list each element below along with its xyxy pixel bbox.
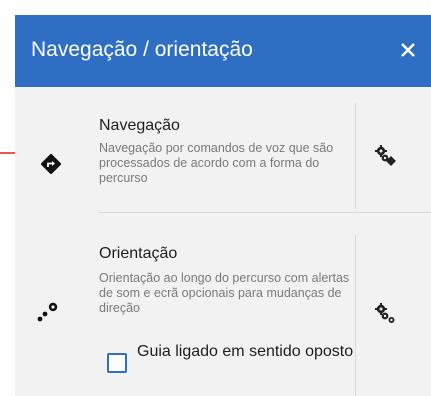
option-navegacao[interactable]: Navegação Navegação por comandos de voz …	[15, 103, 431, 213]
close-button[interactable]	[393, 35, 423, 65]
dialog-header: Navegação / orientação	[15, 15, 431, 87]
route-dots-icon	[35, 299, 61, 325]
option-title: Orientação	[99, 245, 178, 262]
opposite-direction-checkbox[interactable]	[107, 353, 127, 373]
horizontal-divider	[99, 212, 431, 213]
opposite-direction-checkbox-row[interactable]: Guia ligado em sentido oposto	[107, 341, 357, 385]
option-title: Navegação	[99, 117, 180, 134]
vertical-divider	[355, 235, 356, 396]
screen-margin-top	[0, 0, 431, 15]
screen-margin-left	[0, 0, 15, 396]
gears-dot-icon	[375, 303, 395, 323]
navegacao-settings-button[interactable]	[371, 141, 401, 171]
vertical-divider	[355, 103, 356, 209]
dialog-title: Navegação / orientação	[31, 38, 253, 61]
option-orientacao[interactable]: Orientação Orientação ao longo do percur…	[15, 227, 431, 396]
option-description: Navegação por comandos de voz que são pr…	[99, 141, 334, 185]
turn-right-diamond-icon	[38, 151, 64, 177]
checkbox-label: Guia ligado em sentido oposto	[137, 343, 354, 360]
orientacao-settings-button[interactable]	[371, 299, 401, 329]
close-icon	[401, 43, 415, 57]
option-description: Orientação ao longo do percurso com aler…	[99, 271, 350, 315]
navigation-dialog: Navegação / orientação Navegação Navegaç…	[15, 15, 431, 396]
gears-diamond-icon	[375, 145, 396, 166]
